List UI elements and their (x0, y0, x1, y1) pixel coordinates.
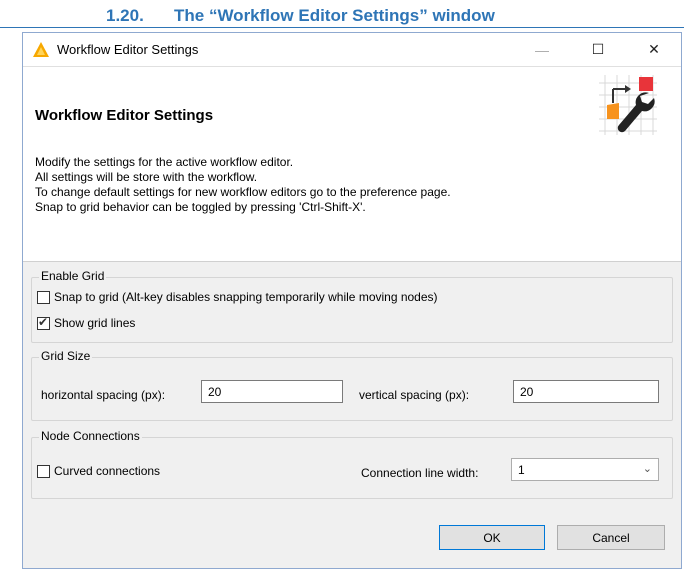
enable-grid-label: Enable Grid (39, 269, 107, 283)
vertical-spacing-input[interactable]: 20 (513, 380, 659, 403)
checkbox-box[interactable]: ✔ (37, 314, 50, 330)
heading-title: The “Workflow Editor Settings” window (174, 6, 495, 25)
close-icon: ✕ (648, 41, 660, 57)
description-line: Modify the settings for the active workf… (35, 155, 294, 169)
snap-to-grid-checkbox[interactable]: Snap to grid (Alt-key disables snapping … (37, 290, 438, 304)
line-width-label: Connection line width: (361, 466, 479, 480)
grid-size-label: Grid Size (39, 349, 93, 363)
curved-connections-checkbox[interactable]: Curved connections (37, 464, 160, 478)
show-grid-lines-checkbox[interactable]: ✔ Show grid lines (37, 314, 136, 330)
heading-number: 1.20. (106, 6, 144, 25)
description-line: Snap to grid behavior can be toggled by … (35, 200, 366, 214)
maximize-button[interactable]: ☐ (575, 33, 621, 66)
document-heading: 1.20. The “Workflow Editor Settings” win… (0, 0, 684, 28)
description-line: All settings will be store with the work… (35, 170, 258, 184)
checkbox-box[interactable] (37, 290, 50, 304)
maximize-icon: ☐ (591, 41, 605, 57)
minimize-icon: — (535, 41, 549, 58)
checkbox-box[interactable] (37, 464, 50, 478)
show-grid-lines-label: Show grid lines (54, 316, 136, 330)
cancel-button[interactable]: Cancel (557, 525, 665, 550)
line-width-value: 1 (518, 463, 525, 477)
line-width-select[interactable]: 1 ⌄ (511, 458, 659, 481)
enable-grid-group (31, 277, 673, 343)
close-button[interactable]: ✕ (631, 33, 677, 66)
header-title: Workflow Editor Settings (35, 107, 214, 124)
ok-button[interactable]: OK (439, 525, 545, 550)
curved-connections-label: Curved connections (54, 464, 161, 478)
chevron-down-icon: ⌄ (642, 463, 652, 475)
checkmark-icon: ✔ (38, 314, 49, 329)
node-connections-label: Node Connections (39, 429, 142, 443)
horizontal-spacing-label: horizontal spacing (px): (41, 388, 166, 402)
title-bar: Workflow Editor Settings — ☐ ✕ (23, 33, 681, 66)
settings-dialog: Workflow Editor Settings — ☐ ✕ Workflow … (22, 32, 682, 569)
description-line: To change default settings for new workf… (35, 185, 451, 199)
snap-to-grid-label: Snap to grid (Alt-key disables snapping … (54, 290, 438, 304)
knime-triangle-icon (33, 42, 49, 57)
vertical-spacing-label: vertical spacing (px): (359, 388, 470, 402)
dialog-header: Workflow Editor Settings Modify the sett… (23, 66, 681, 262)
window-title: Workflow Editor Settings (57, 42, 199, 57)
minimize-button[interactable]: — (519, 33, 565, 66)
horizontal-spacing-input[interactable]: 20 (201, 380, 343, 403)
header-description: Modify the settings for the active workf… (35, 155, 451, 215)
workflow-settings-wrench-icon (599, 75, 657, 135)
